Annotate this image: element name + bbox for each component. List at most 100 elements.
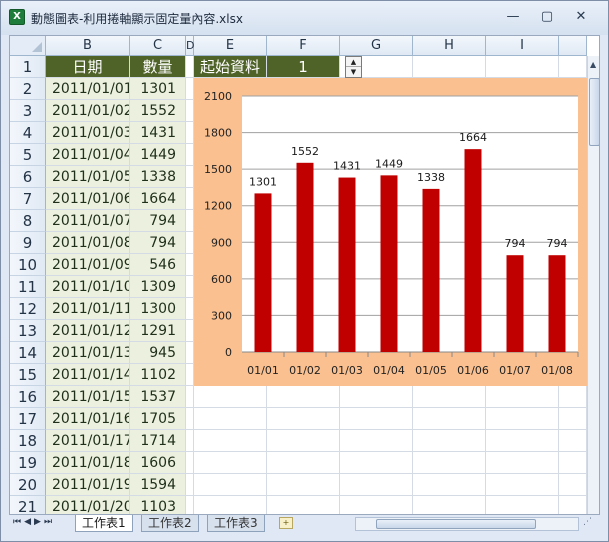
- grid-cell[interactable]: [559, 56, 587, 78]
- qty-cell[interactable]: 1338: [130, 166, 186, 188]
- qty-cell[interactable]: 1102: [130, 364, 186, 386]
- column-header-e[interactable]: E: [194, 36, 267, 56]
- grid-cell[interactable]: [194, 386, 267, 408]
- date-cell[interactable]: 2011/01/03: [46, 122, 130, 144]
- grid-cell[interactable]: [186, 276, 194, 298]
- grid-cell[interactable]: [186, 188, 194, 210]
- grid-cell[interactable]: [186, 254, 194, 276]
- row-header-8[interactable]: 8: [10, 210, 46, 232]
- date-cell[interactable]: 2011/01/12: [46, 320, 130, 342]
- date-cell[interactable]: 2011/01/05: [46, 166, 130, 188]
- grid-cell[interactable]: [559, 452, 587, 474]
- date-cell[interactable]: 2011/01/15: [46, 386, 130, 408]
- column-header-g[interactable]: G: [340, 36, 413, 56]
- vertical-scroll-thumb[interactable]: [589, 78, 599, 146]
- date-cell[interactable]: 2011/01/09: [46, 254, 130, 276]
- grid-cell[interactable]: [413, 496, 486, 514]
- qty-cell[interactable]: 794: [130, 232, 186, 254]
- grid-cell[interactable]: [486, 56, 559, 78]
- row-header-7[interactable]: 7: [10, 188, 46, 210]
- qty-cell[interactable]: 1301: [130, 78, 186, 100]
- qty-cell[interactable]: 1552: [130, 100, 186, 122]
- grid-cell[interactable]: [486, 430, 559, 452]
- resize-grip-icon[interactable]: ⋰: [583, 517, 595, 531]
- grid-cell[interactable]: [267, 386, 340, 408]
- row-header-16[interactable]: 16: [10, 386, 46, 408]
- date-cell[interactable]: 2011/01/10: [46, 276, 130, 298]
- qty-cell[interactable]: 1449: [130, 144, 186, 166]
- grid-cell[interactable]: [194, 474, 267, 496]
- bar-01-06[interactable]: [464, 149, 482, 352]
- row-header-19[interactable]: 19: [10, 452, 46, 474]
- grid-cell[interactable]: [186, 342, 194, 364]
- date-cell[interactable]: 2011/01/14: [46, 364, 130, 386]
- qty-cell[interactable]: 546: [130, 254, 186, 276]
- column-header-f[interactable]: F: [267, 36, 340, 56]
- sheet-nav-buttons[interactable]: ⏮◀▶⏭: [13, 517, 55, 527]
- grid-cell[interactable]: [194, 430, 267, 452]
- grid-cell[interactable]: [186, 408, 194, 430]
- grid-cell[interactable]: [186, 430, 194, 452]
- grid-cell[interactable]: [186, 122, 194, 144]
- qty-cell[interactable]: 1606: [130, 452, 186, 474]
- grid-cell[interactable]: [559, 496, 587, 514]
- row-header-5[interactable]: 5: [10, 144, 46, 166]
- start-data-value-cell[interactable]: 1: [267, 56, 340, 78]
- date-cell[interactable]: 2011/01/13: [46, 342, 130, 364]
- qty-cell[interactable]: 1664: [130, 188, 186, 210]
- date-cell[interactable]: 2011/01/19: [46, 474, 130, 496]
- grid-cell[interactable]: [340, 452, 413, 474]
- column-header-c[interactable]: C: [130, 36, 186, 56]
- minimize-button[interactable]: —: [498, 7, 528, 27]
- grid-cell[interactable]: [486, 452, 559, 474]
- column-header-d[interactable]: D: [186, 36, 194, 56]
- grid-cell[interactable]: [186, 320, 194, 342]
- spinner-up-arrow-icon[interactable]: ▲: [346, 57, 361, 67]
- bar-01-08[interactable]: [548, 255, 566, 352]
- grid-cell[interactable]: [413, 430, 486, 452]
- bar-01-03[interactable]: [338, 177, 356, 352]
- grid-cell[interactable]: [486, 496, 559, 514]
- row-header-9[interactable]: 9: [10, 232, 46, 254]
- close-button[interactable]: ✕: [566, 7, 596, 27]
- qty-cell[interactable]: 1103: [130, 496, 186, 514]
- row-header-3[interactable]: 3: [10, 100, 46, 122]
- grid-cell[interactable]: [186, 474, 194, 496]
- date-cell[interactable]: 2011/01/02: [46, 100, 130, 122]
- row-header-14[interactable]: 14: [10, 342, 46, 364]
- grid-cell[interactable]: [413, 408, 486, 430]
- sheet-tab-2[interactable]: 工作表2: [141, 515, 199, 532]
- qty-cell[interactable]: 1714: [130, 430, 186, 452]
- grid-cell[interactable]: [194, 408, 267, 430]
- row-header-6[interactable]: 6: [10, 166, 46, 188]
- qty-cell[interactable]: 1705: [130, 408, 186, 430]
- qty-cell[interactable]: 1594: [130, 474, 186, 496]
- grid-cell[interactable]: [267, 430, 340, 452]
- start-spinner[interactable]: ▲ ▼: [345, 56, 362, 78]
- grid-cell[interactable]: [186, 56, 194, 78]
- horizontal-scrollbar[interactable]: [355, 517, 579, 531]
- scroll-up-arrow-icon[interactable]: ▲: [590, 60, 596, 69]
- grid-cell[interactable]: [486, 408, 559, 430]
- date-cell[interactable]: 2011/01/18: [46, 452, 130, 474]
- row-header-4[interactable]: 4: [10, 122, 46, 144]
- grid-cell[interactable]: [340, 386, 413, 408]
- column-header-j[interactable]: [559, 36, 587, 56]
- spinner-down-arrow-icon[interactable]: ▼: [346, 67, 361, 77]
- grid-cell[interactable]: [413, 474, 486, 496]
- vertical-scrollbar[interactable]: ▲: [587, 56, 599, 514]
- grid-cell[interactable]: [186, 364, 194, 386]
- row-header-10[interactable]: 10: [10, 254, 46, 276]
- grid-cell[interactable]: [267, 408, 340, 430]
- date-cell[interactable]: 2011/01/08: [46, 232, 130, 254]
- grid-cell[interactable]: [413, 56, 486, 78]
- sheet-tab-3[interactable]: 工作表3: [207, 515, 265, 532]
- row-header-12[interactable]: 12: [10, 298, 46, 320]
- bar-01-02[interactable]: [296, 162, 314, 352]
- row-header-17[interactable]: 17: [10, 408, 46, 430]
- qty-cell[interactable]: 1537: [130, 386, 186, 408]
- row-header-20[interactable]: 20: [10, 474, 46, 496]
- qty-cell[interactable]: 1300: [130, 298, 186, 320]
- grid-cell[interactable]: [186, 386, 194, 408]
- qty-cell[interactable]: 945: [130, 342, 186, 364]
